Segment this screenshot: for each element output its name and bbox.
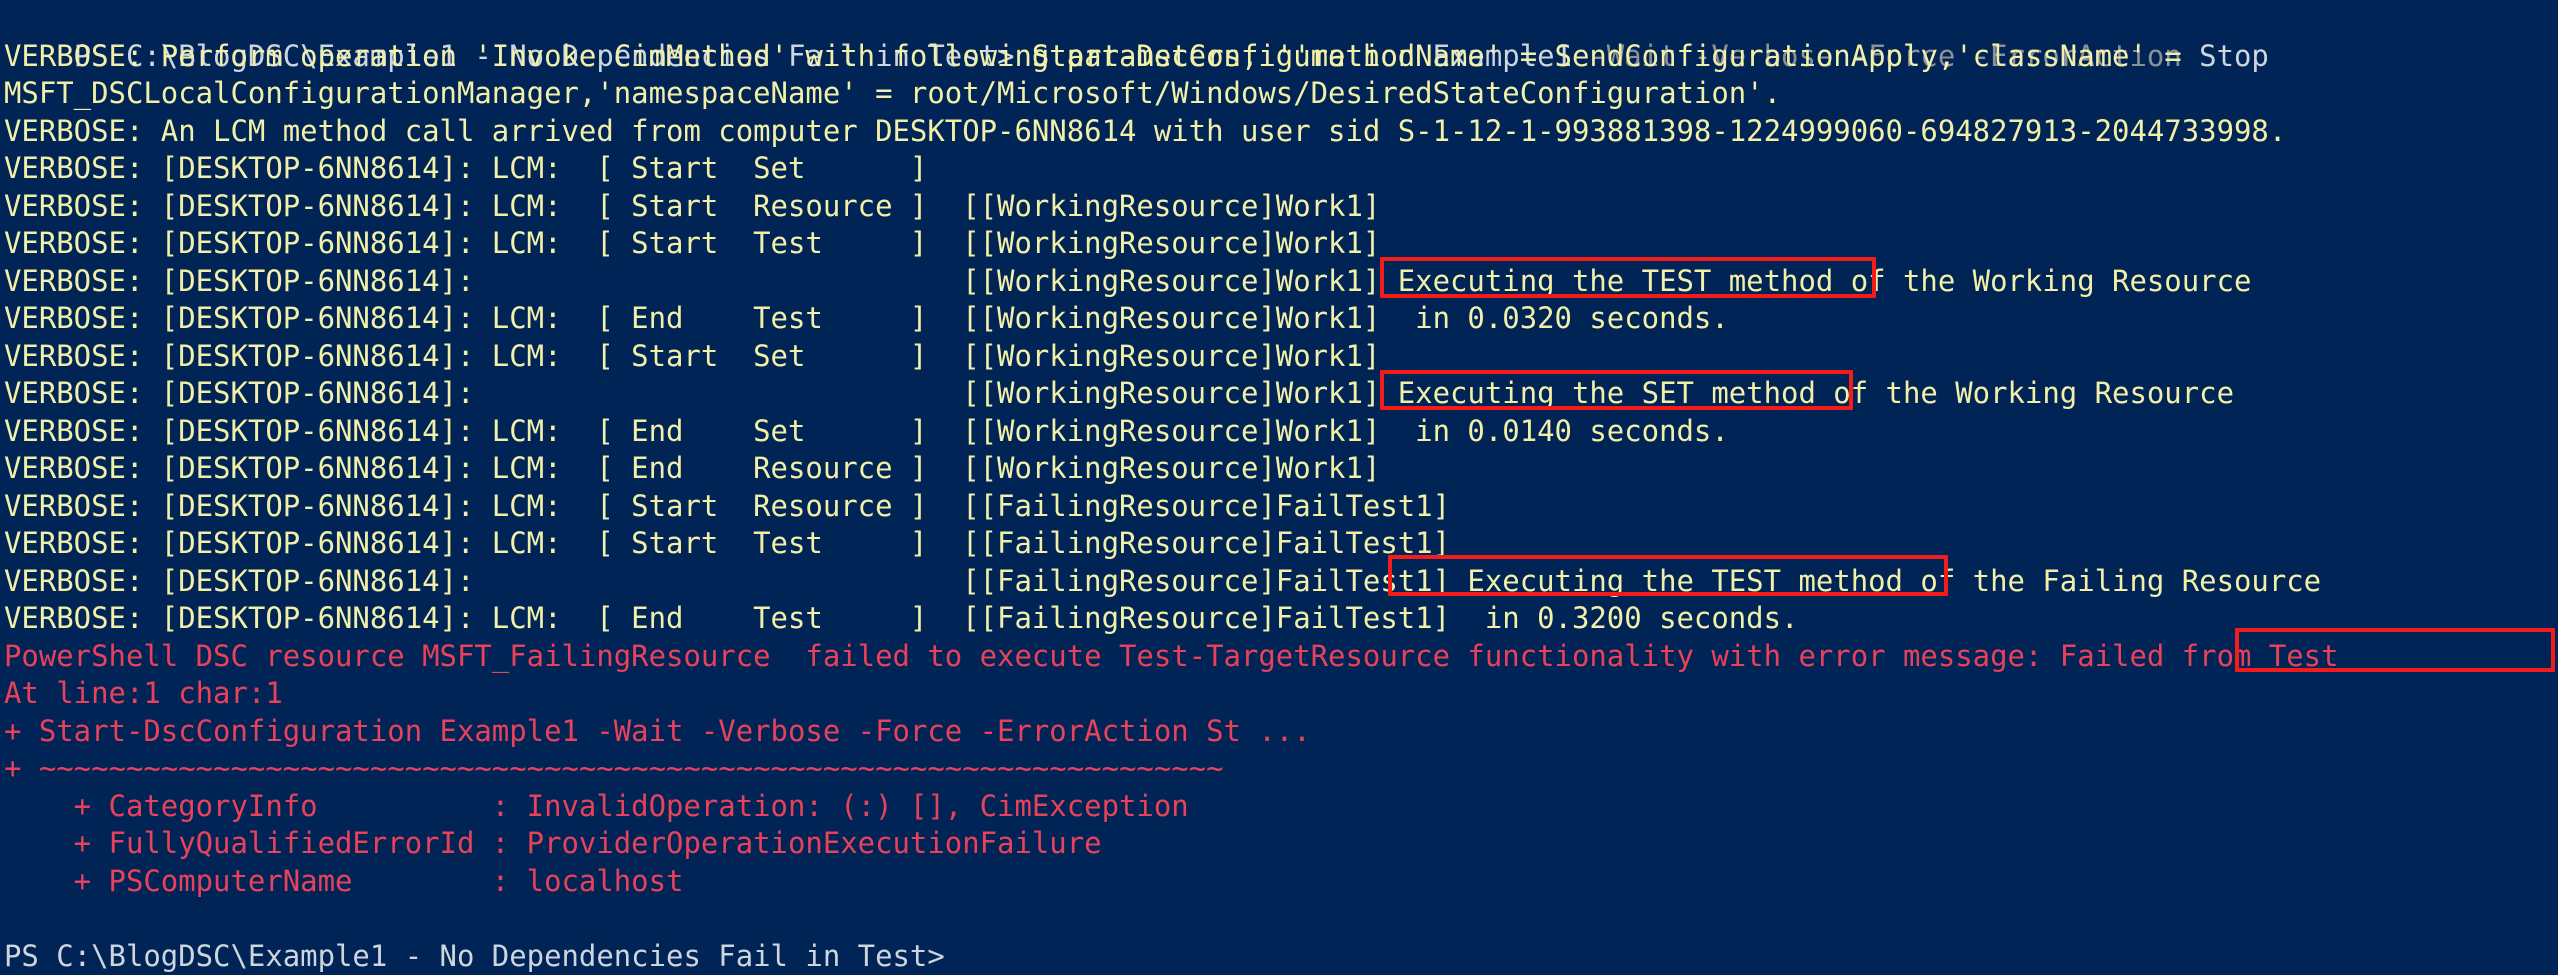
verbose-line: VERBOSE: [DESKTOP-6NN8614]: LCM: [ Start… xyxy=(0,150,2558,188)
verbose-line: VERBOSE: [DESKTOP-6NN8614]: [[FailingRes… xyxy=(0,563,2558,601)
error-line: + ~~~~~~~~~~~~~~~~~~~~~~~~~~~~~~~~~~~~~~… xyxy=(0,750,2558,788)
verbose-line: VERBOSE: [DESKTOP-6NN8614]: [[WorkingRes… xyxy=(0,375,2558,413)
error-line: PowerShell DSC resource MSFT_FailingReso… xyxy=(0,638,2558,676)
verbose-line: VERBOSE: [DESKTOP-6NN8614]: LCM: [ End T… xyxy=(0,600,2558,638)
verbose-line: MSFT_DSCLocalConfigurationManager,'names… xyxy=(0,75,2558,113)
error-line: + FullyQualifiedErrorId : ProviderOperat… xyxy=(0,825,2558,863)
verbose-line: VERBOSE: [DESKTOP-6NN8614]: [[WorkingRes… xyxy=(0,263,2558,301)
error-line: + CategoryInfo : InvalidOperation: (:) [… xyxy=(0,788,2558,826)
verbose-line: VERBOSE: [DESKTOP-6NN8614]: LCM: [ End R… xyxy=(0,450,2558,488)
verbose-line: VERBOSE: [DESKTOP-6NN8614]: LCM: [ Start… xyxy=(0,525,2558,563)
error-line: + Start-DscConfiguration Example1 -Wait … xyxy=(0,713,2558,751)
prompt-line-top: PS C:\BlogDSC\Example1 - No Dependencies… xyxy=(0,0,2558,38)
verbose-line: VERBOSE: [DESKTOP-6NN8614]: LCM: [ End S… xyxy=(0,413,2558,451)
verbose-line: VERBOSE: Perform operation 'Invoke CimMe… xyxy=(0,38,2558,76)
verbose-line: VERBOSE: [DESKTOP-6NN8614]: LCM: [ Start… xyxy=(0,338,2558,376)
verbose-line: VERBOSE: [DESKTOP-6NN8614]: LCM: [ End T… xyxy=(0,300,2558,338)
verbose-line: VERBOSE: [DESKTOP-6NN8614]: LCM: [ Start… xyxy=(0,488,2558,526)
blank-line xyxy=(0,900,2558,938)
error-line: At line:1 char:1 xyxy=(0,675,2558,713)
error-line: + PSComputerName : localhost xyxy=(0,863,2558,901)
verbose-line: VERBOSE: An LCM method call arrived from… xyxy=(0,113,2558,151)
prompt-line-bottom: PS C:\BlogDSC\Example1 - No Dependencies… xyxy=(0,938,2558,975)
powershell-console[interactable]: PS C:\BlogDSC\Example1 - No Dependencies… xyxy=(0,0,2558,972)
verbose-line: VERBOSE: [DESKTOP-6NN8614]: LCM: [ Start… xyxy=(0,225,2558,263)
verbose-line: VERBOSE: [DESKTOP-6NN8614]: LCM: [ Start… xyxy=(0,188,2558,226)
